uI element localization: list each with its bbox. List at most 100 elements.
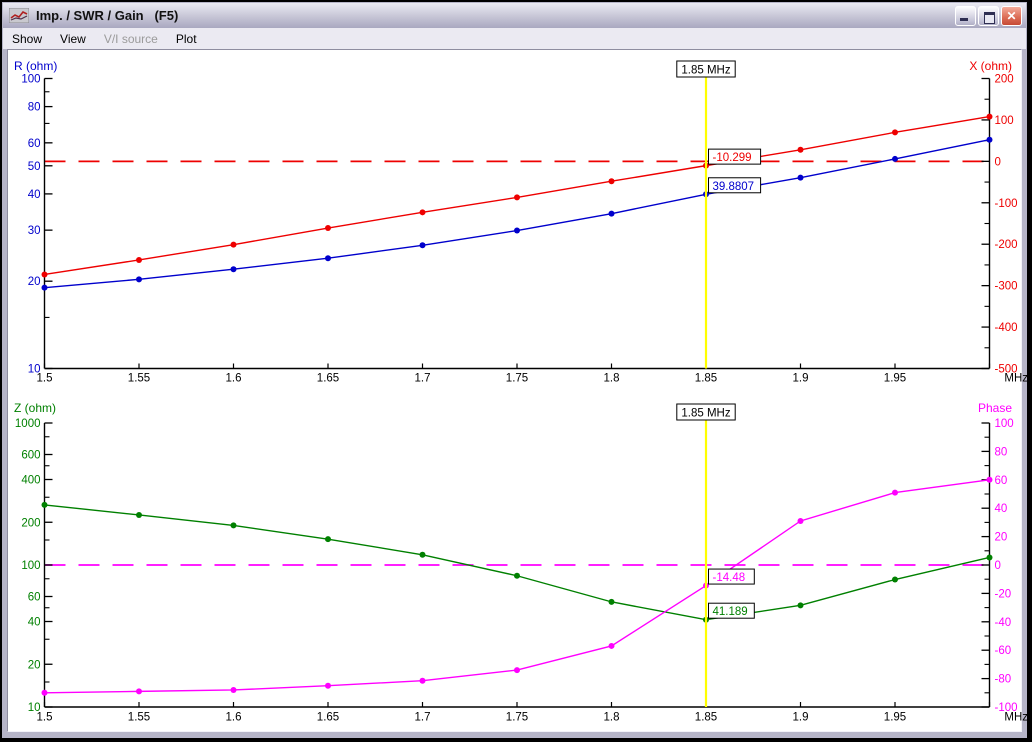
x-axis-tick-label: 1.7	[415, 373, 431, 385]
right-axis-tick-label: -20	[995, 588, 1012, 600]
data-point-z	[325, 536, 331, 542]
data-point-x	[987, 114, 993, 120]
right-axis-tick-label: 0	[995, 156, 1001, 168]
data-point-phase	[987, 477, 993, 483]
left-axis-tick-label: 80	[28, 102, 41, 114]
chart-0: 100806050403020102001000-100-200-300-400…	[14, 59, 1028, 385]
right-axis-tick-label: 60	[995, 475, 1008, 487]
x-axis-tick-label: 1.5	[37, 373, 53, 385]
data-point-r	[231, 266, 237, 272]
data-point-r	[987, 137, 993, 143]
right-axis-tick-label: 20	[995, 532, 1008, 544]
data-point-x	[42, 271, 48, 277]
data-point-z	[798, 602, 804, 608]
x-axis-tick-label: 1.65	[317, 373, 339, 385]
data-point-x	[514, 194, 520, 200]
data-point-r	[798, 175, 804, 181]
left-axis-tick-label: 30	[28, 225, 41, 237]
data-point-z	[892, 577, 898, 583]
data-point-z	[420, 552, 426, 558]
left-axis-tick-label: 60	[28, 138, 41, 150]
series-line-z	[45, 505, 990, 620]
data-point-phase	[231, 687, 237, 693]
app-window: { "window": { "title": "Imp. / SWR / Gai…	[0, 0, 1032, 742]
data-point-phase	[798, 518, 804, 524]
data-point-r	[609, 211, 615, 217]
data-point-x	[136, 257, 142, 263]
cursor-frequency-label: 1.85 MHz	[681, 65, 730, 77]
data-point-x	[420, 209, 426, 215]
cursor-readout-value: -14.48	[713, 572, 746, 584]
data-point-phase	[892, 490, 898, 496]
x-axis-tick-label: 1.9	[793, 373, 809, 385]
x-axis-tick-label: 1.55	[128, 373, 150, 385]
x-axis-tick-label: 1.7	[415, 712, 431, 724]
x-axis-tick-label: 1.95	[884, 712, 906, 724]
right-axis-title: Phase	[978, 401, 1012, 415]
x-axis-tick-label: 1.5	[37, 712, 53, 724]
data-point-r	[136, 276, 142, 282]
data-point-r	[42, 285, 48, 291]
left-axis-title: R (ohm)	[14, 59, 57, 73]
right-axis-tick-label: 100	[995, 115, 1014, 127]
left-axis-tick-label: 40	[28, 617, 41, 629]
right-axis-tick-label: 0	[995, 560, 1001, 572]
data-point-z	[514, 573, 520, 579]
data-point-z	[231, 522, 237, 528]
right-axis-tick-label: 40	[995, 503, 1008, 515]
x-axis-tick-label: 1.95	[884, 373, 906, 385]
right-axis-tick-label: 100	[995, 418, 1014, 430]
data-point-phase	[609, 643, 615, 649]
left-axis-tick-label: 60	[28, 592, 41, 604]
x-axis-tick-label: 1.6	[226, 373, 242, 385]
data-point-x	[798, 147, 804, 153]
cursor-readout-value: -10.299	[713, 152, 752, 164]
x-axis-tick-label: 1.6	[226, 712, 242, 724]
right-axis-tick-label: -40	[995, 617, 1012, 629]
data-point-z	[136, 512, 142, 518]
data-point-phase	[325, 683, 331, 689]
data-point-r	[892, 156, 898, 162]
x-axis-tick-label: 1.65	[317, 712, 339, 724]
left-axis-tick-label: 400	[21, 475, 40, 487]
data-point-z	[609, 599, 615, 605]
right-axis-tick-label: -80	[995, 674, 1012, 686]
data-point-r	[325, 255, 331, 261]
right-axis-tick-label: 200	[995, 74, 1014, 86]
data-point-x	[325, 225, 331, 231]
x-axis-tick-label: 1.8	[604, 712, 620, 724]
x-axis-tick-label: 1.85	[695, 373, 717, 385]
data-point-phase	[514, 667, 520, 673]
x-axis-unit-label: MHz	[1004, 712, 1028, 724]
data-point-phase	[420, 678, 426, 684]
x-axis-tick-label: 1.9	[793, 712, 809, 724]
x-axis-tick-label: 1.75	[506, 373, 528, 385]
cursor-readout-value: 41.189	[713, 606, 748, 618]
right-axis-tick-label: -400	[995, 322, 1018, 334]
x-axis-unit-label: MHz	[1004, 373, 1028, 385]
data-point-x	[609, 178, 615, 184]
left-axis-tick-label: 40	[28, 189, 41, 201]
left-axis-tick-label: 100	[21, 74, 40, 86]
cursor-frequency-label: 1.85 MHz	[681, 408, 730, 420]
data-point-phase	[136, 688, 142, 694]
left-axis-tick-label: 200	[21, 517, 40, 529]
charts-canvas: 100806050403020102001000-100-200-300-400…	[0, 0, 1032, 742]
data-point-phase	[42, 690, 48, 696]
x-axis-tick-label: 1.75	[506, 712, 528, 724]
left-axis-tick-label: 50	[28, 161, 41, 173]
x-axis-tick-label: 1.85	[695, 712, 717, 724]
left-axis-title: Z (ohm)	[14, 401, 56, 415]
data-point-z	[987, 554, 993, 560]
data-point-x	[231, 242, 237, 248]
chart-1: 100060040020010060402010100806040200-20-…	[14, 401, 1028, 724]
right-axis-tick-label: -200	[995, 239, 1018, 251]
left-axis-tick-label: 600	[21, 450, 40, 462]
left-axis-tick-label: 20	[28, 659, 41, 671]
data-point-x	[892, 129, 898, 135]
x-axis-tick-label: 1.55	[128, 712, 150, 724]
right-axis-tick-label: -300	[995, 281, 1018, 293]
data-point-z	[42, 502, 48, 508]
right-axis-title: X (ohm)	[969, 59, 1012, 73]
data-point-r	[420, 242, 426, 248]
